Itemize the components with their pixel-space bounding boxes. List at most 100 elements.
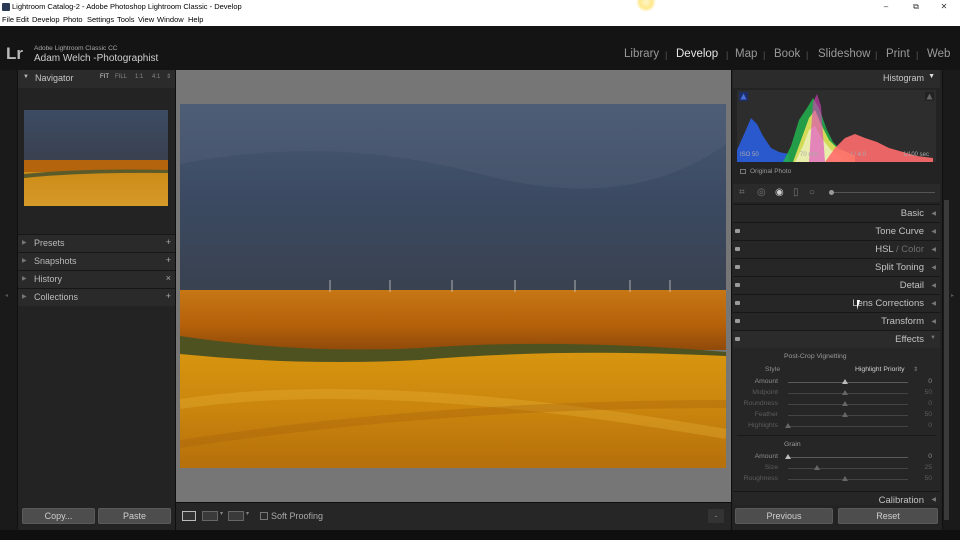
slider-track[interactable] bbox=[788, 479, 908, 480]
panel-transform[interactable]: Transform ◀ bbox=[733, 312, 940, 330]
before-after-view-icon[interactable] bbox=[202, 511, 218, 521]
copy-settings-button[interactable]: Copy... bbox=[22, 508, 95, 524]
panel-hsl-color[interactable]: HSL / Color ◀ bbox=[733, 240, 940, 258]
brush-slider-track[interactable] bbox=[831, 192, 935, 193]
feather-value[interactable]: 50 bbox=[924, 411, 932, 418]
slider-knob[interactable] bbox=[785, 454, 791, 459]
collapse-triangle-icon[interactable]: ▼ bbox=[928, 73, 935, 80]
radial-filter-icon[interactable]: ○ bbox=[809, 187, 815, 198]
brush-slider-knob[interactable] bbox=[829, 190, 834, 195]
highlights-value[interactable]: 0 bbox=[928, 422, 932, 429]
midpoint-value[interactable]: 50 bbox=[924, 389, 932, 396]
panel-switch-icon[interactable] bbox=[735, 283, 740, 287]
module-map[interactable]: Map bbox=[735, 48, 757, 60]
slider-track[interactable] bbox=[788, 404, 908, 405]
navigator-header[interactable]: ▼ Navigator FIT FILL 1:1 4:1 ⇕ bbox=[18, 70, 175, 88]
slider-track[interactable] bbox=[788, 393, 908, 394]
panel-switch-icon[interactable] bbox=[735, 265, 740, 269]
close-button[interactable]: ✕ bbox=[931, 0, 957, 14]
slider-knob[interactable] bbox=[842, 379, 848, 384]
toolbar-menu-button[interactable]: - bbox=[708, 509, 724, 523]
histogram-graph[interactable]: ISO 50 70 mm f / 4.0 1/100 sec bbox=[737, 90, 936, 162]
menu-help[interactable]: Help bbox=[188, 15, 203, 24]
collapse-right-arrow-icon[interactable]: ▸ bbox=[951, 292, 954, 299]
zoom-1-1[interactable]: 1:1 bbox=[135, 74, 143, 80]
vignette-midpoint-slider[interactable]: Midpoint 50 bbox=[733, 388, 940, 399]
zoom-4-1[interactable]: 4:1 bbox=[152, 74, 160, 80]
spot-removal-icon[interactable]: ◎ bbox=[757, 187, 766, 198]
grain-size-slider[interactable]: Size 25 bbox=[733, 463, 940, 474]
right-panel-toggle-strip[interactable]: ▸ bbox=[943, 70, 960, 530]
panel-detail[interactable]: Detail ◀ bbox=[733, 276, 940, 294]
panel-switch-icon[interactable] bbox=[735, 229, 740, 233]
slider-track[interactable] bbox=[788, 457, 908, 458]
view-dropdown-icon[interactable]: ▾ bbox=[220, 510, 223, 517]
collapse-left-arrow-icon[interactable]: ◂ bbox=[5, 292, 8, 299]
menu-settings[interactable]: Settings bbox=[87, 15, 114, 24]
main-photo[interactable] bbox=[180, 104, 726, 468]
roundness-value[interactable]: 0 bbox=[928, 400, 932, 407]
menu-view[interactable]: View bbox=[138, 15, 154, 24]
left-panel-toggle-strip[interactable]: ◂ bbox=[0, 70, 17, 530]
histogram-header[interactable]: Histogram ▼ bbox=[733, 70, 940, 88]
vignette-highlights-slider[interactable]: Highlights 0 bbox=[733, 421, 940, 432]
right-panel-scrollbar[interactable] bbox=[944, 200, 949, 520]
graduated-filter-icon[interactable]: ▯ bbox=[793, 187, 799, 198]
maximize-button[interactable]: ⧉ bbox=[903, 0, 929, 14]
panel-tone-curve[interactable]: Tone Curve ◀ bbox=[733, 222, 940, 240]
slider-track[interactable] bbox=[788, 426, 908, 427]
yy-view-icon[interactable] bbox=[228, 511, 244, 521]
grain-roughness-value[interactable]: 50 bbox=[924, 475, 932, 482]
menu-window[interactable]: Window bbox=[157, 15, 184, 24]
reset-button[interactable]: Reset bbox=[838, 508, 938, 524]
menu-photo[interactable]: Photo bbox=[63, 15, 83, 24]
vignette-style-dropdown[interactable]: Highlight Priority bbox=[855, 366, 904, 373]
zoom-more-icon[interactable]: ⇕ bbox=[166, 73, 171, 80]
slider-knob[interactable] bbox=[842, 390, 848, 395]
slider-knob[interactable] bbox=[842, 412, 848, 417]
slider-track[interactable] bbox=[788, 415, 908, 416]
soft-proofing-checkbox[interactable] bbox=[260, 512, 268, 520]
panel-switch-icon[interactable] bbox=[735, 247, 740, 251]
vignette-feather-slider[interactable]: Feather 50 bbox=[733, 410, 940, 421]
loupe-view-icon[interactable] bbox=[182, 511, 196, 521]
clear-history-icon[interactable]: × bbox=[166, 273, 171, 283]
style-dropdown-icon[interactable]: ⇕ bbox=[913, 366, 918, 373]
zoom-fit[interactable]: FIT bbox=[100, 74, 109, 80]
zoom-fill[interactable]: FILL bbox=[115, 74, 127, 80]
slider-track[interactable] bbox=[788, 468, 908, 469]
vignette-roundness-slider[interactable]: Roundness 0 bbox=[733, 399, 940, 410]
panel-history[interactable]: ▶ History × bbox=[18, 270, 175, 288]
module-book[interactable]: Book bbox=[774, 48, 800, 60]
panel-presets[interactable]: ▶ Presets + bbox=[18, 234, 175, 252]
slider-knob[interactable] bbox=[814, 465, 820, 470]
module-slideshow[interactable]: Slideshow bbox=[818, 48, 870, 60]
minimize-button[interactable]: – bbox=[873, 0, 899, 14]
color-label[interactable]: Color bbox=[901, 244, 924, 255]
panel-lens-corrections[interactable]: Lens Corrections ◀ bbox=[733, 294, 940, 312]
module-library[interactable]: Library bbox=[624, 48, 659, 60]
paste-settings-button[interactable]: Paste bbox=[98, 508, 171, 524]
amount-value[interactable]: 0 bbox=[928, 378, 932, 385]
panel-switch-icon[interactable] bbox=[735, 337, 740, 341]
panel-calibration[interactable]: Calibration ◀ bbox=[733, 491, 940, 505]
menu-file[interactable]: File bbox=[2, 15, 14, 24]
add-preset-icon[interactable]: + bbox=[166, 237, 171, 247]
slider-knob[interactable] bbox=[842, 401, 848, 406]
panel-switch-icon[interactable] bbox=[735, 319, 740, 323]
view-dropdown-icon-2[interactable]: ▾ bbox=[246, 510, 249, 517]
navigator-preview[interactable] bbox=[24, 110, 168, 206]
previous-button[interactable]: Previous bbox=[735, 508, 833, 524]
collapse-triangle-icon[interactable]: ▼ bbox=[23, 74, 29, 80]
module-print[interactable]: Print bbox=[886, 48, 910, 60]
slider-track[interactable] bbox=[788, 382, 908, 383]
red-eye-icon[interactable]: ◉ bbox=[775, 187, 784, 198]
menu-edit[interactable]: Edit bbox=[16, 15, 29, 24]
crop-tool-icon[interactable]: ⌗ bbox=[739, 187, 745, 198]
add-snapshot-icon[interactable]: + bbox=[166, 255, 171, 265]
panel-effects[interactable]: Effects ▼ bbox=[733, 330, 940, 348]
panel-collections[interactable]: ▶ Collections + bbox=[18, 288, 175, 306]
module-web[interactable]: Web bbox=[927, 48, 950, 60]
slider-knob[interactable] bbox=[842, 476, 848, 481]
module-develop[interactable]: Develop bbox=[676, 48, 718, 60]
